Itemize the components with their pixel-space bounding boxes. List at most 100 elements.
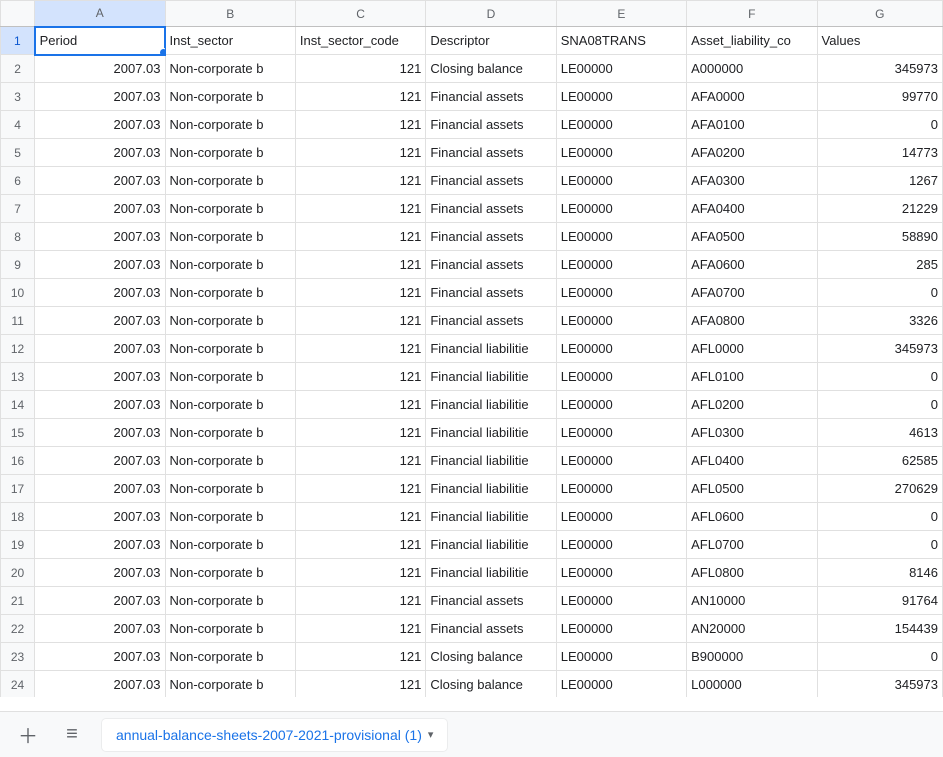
- row-header-7[interactable]: 7: [1, 195, 35, 223]
- cell-B15[interactable]: Non-corporate b: [165, 419, 295, 447]
- cell-D13[interactable]: Financial liabilitie: [426, 363, 556, 391]
- cell-D24[interactable]: Closing balance: [426, 671, 556, 698]
- cell-B24[interactable]: Non-corporate b: [165, 671, 295, 698]
- cell-E5[interactable]: LE00000: [556, 139, 686, 167]
- cell-B10[interactable]: Non-corporate b: [165, 279, 295, 307]
- row-header-9[interactable]: 9: [1, 251, 35, 279]
- cell-E2[interactable]: LE00000: [556, 55, 686, 83]
- cell-G18[interactable]: 0: [817, 503, 942, 531]
- cell-B9[interactable]: Non-corporate b: [165, 251, 295, 279]
- cell-A2[interactable]: 2007.03: [35, 55, 165, 83]
- row-header-18[interactable]: 18: [1, 503, 35, 531]
- row-header-23[interactable]: 23: [1, 643, 35, 671]
- cell-B8[interactable]: Non-corporate b: [165, 223, 295, 251]
- cell-D10[interactable]: Financial assets: [426, 279, 556, 307]
- cell-A10[interactable]: 2007.03: [35, 279, 165, 307]
- cell-B19[interactable]: Non-corporate b: [165, 531, 295, 559]
- cell-A19[interactable]: 2007.03: [35, 531, 165, 559]
- cell-G11[interactable]: 3326: [817, 307, 942, 335]
- row-header-1[interactable]: 1: [1, 27, 35, 55]
- cell-A4[interactable]: 2007.03: [35, 111, 165, 139]
- cell-D1[interactable]: Descriptor: [426, 27, 556, 55]
- cell-G1[interactable]: Values: [817, 27, 942, 55]
- row-header-5[interactable]: 5: [1, 139, 35, 167]
- cell-E6[interactable]: LE00000: [556, 167, 686, 195]
- cell-D22[interactable]: Financial assets: [426, 615, 556, 643]
- cell-E11[interactable]: LE00000: [556, 307, 686, 335]
- column-header-B[interactable]: B: [165, 1, 295, 27]
- cell-B3[interactable]: Non-corporate b: [165, 83, 295, 111]
- row-header-4[interactable]: 4: [1, 111, 35, 139]
- spreadsheet-grid[interactable]: ABCDEFG1PeriodInst_sectorInst_sector_cod…: [0, 0, 943, 697]
- cell-G5[interactable]: 14773: [817, 139, 942, 167]
- cell-A16[interactable]: 2007.03: [35, 447, 165, 475]
- cell-C8[interactable]: 121: [295, 223, 425, 251]
- cell-G8[interactable]: 58890: [817, 223, 942, 251]
- row-header-19[interactable]: 19: [1, 531, 35, 559]
- cell-D2[interactable]: Closing balance: [426, 55, 556, 83]
- cell-F7[interactable]: AFA0400: [687, 195, 817, 223]
- cell-C23[interactable]: 121: [295, 643, 425, 671]
- cell-D15[interactable]: Financial liabilitie: [426, 419, 556, 447]
- cell-B18[interactable]: Non-corporate b: [165, 503, 295, 531]
- column-header-C[interactable]: C: [295, 1, 425, 27]
- cell-B1[interactable]: Inst_sector: [165, 27, 295, 55]
- add-sheet-button[interactable]: ＋: [14, 721, 42, 749]
- cell-F20[interactable]: AFL0800: [687, 559, 817, 587]
- cell-G12[interactable]: 345973: [817, 335, 942, 363]
- cell-F6[interactable]: AFA0300: [687, 167, 817, 195]
- cell-G10[interactable]: 0: [817, 279, 942, 307]
- cell-C16[interactable]: 121: [295, 447, 425, 475]
- cell-G21[interactable]: 91764: [817, 587, 942, 615]
- cell-C17[interactable]: 121: [295, 475, 425, 503]
- cell-E7[interactable]: LE00000: [556, 195, 686, 223]
- cell-E23[interactable]: LE00000: [556, 643, 686, 671]
- cell-C21[interactable]: 121: [295, 587, 425, 615]
- cell-C15[interactable]: 121: [295, 419, 425, 447]
- cell-A8[interactable]: 2007.03: [35, 223, 165, 251]
- row-header-11[interactable]: 11: [1, 307, 35, 335]
- cell-B5[interactable]: Non-corporate b: [165, 139, 295, 167]
- row-header-15[interactable]: 15: [1, 419, 35, 447]
- cell-E8[interactable]: LE00000: [556, 223, 686, 251]
- cell-F14[interactable]: AFL0200: [687, 391, 817, 419]
- cell-G2[interactable]: 345973: [817, 55, 942, 83]
- cell-A13[interactable]: 2007.03: [35, 363, 165, 391]
- cell-F4[interactable]: AFA0100: [687, 111, 817, 139]
- cell-E20[interactable]: LE00000: [556, 559, 686, 587]
- cell-C10[interactable]: 121: [295, 279, 425, 307]
- cell-D4[interactable]: Financial assets: [426, 111, 556, 139]
- cell-C20[interactable]: 121: [295, 559, 425, 587]
- cell-A18[interactable]: 2007.03: [35, 503, 165, 531]
- cell-D17[interactable]: Financial liabilitie: [426, 475, 556, 503]
- sheet-tab-active[interactable]: annual-balance-sheets-2007-2021-provisio…: [102, 719, 447, 751]
- row-header-6[interactable]: 6: [1, 167, 35, 195]
- cell-E13[interactable]: LE00000: [556, 363, 686, 391]
- cell-C5[interactable]: 121: [295, 139, 425, 167]
- cell-C14[interactable]: 121: [295, 391, 425, 419]
- cell-B11[interactable]: Non-corporate b: [165, 307, 295, 335]
- cell-D14[interactable]: Financial liabilitie: [426, 391, 556, 419]
- row-header-14[interactable]: 14: [1, 391, 35, 419]
- row-header-12[interactable]: 12: [1, 335, 35, 363]
- cell-B12[interactable]: Non-corporate b: [165, 335, 295, 363]
- column-header-A[interactable]: A: [35, 1, 165, 27]
- cell-F9[interactable]: AFA0600: [687, 251, 817, 279]
- cell-C4[interactable]: 121: [295, 111, 425, 139]
- cell-B4[interactable]: Non-corporate b: [165, 111, 295, 139]
- cell-A11[interactable]: 2007.03: [35, 307, 165, 335]
- cell-B14[interactable]: Non-corporate b: [165, 391, 295, 419]
- cell-C3[interactable]: 121: [295, 83, 425, 111]
- cell-E17[interactable]: LE00000: [556, 475, 686, 503]
- cell-C18[interactable]: 121: [295, 503, 425, 531]
- cell-F21[interactable]: AN10000: [687, 587, 817, 615]
- cell-D20[interactable]: Financial liabilitie: [426, 559, 556, 587]
- cell-C2[interactable]: 121: [295, 55, 425, 83]
- column-header-F[interactable]: F: [687, 1, 817, 27]
- cell-B13[interactable]: Non-corporate b: [165, 363, 295, 391]
- cell-E3[interactable]: LE00000: [556, 83, 686, 111]
- cell-C9[interactable]: 121: [295, 251, 425, 279]
- cell-E19[interactable]: LE00000: [556, 531, 686, 559]
- cell-E22[interactable]: LE00000: [556, 615, 686, 643]
- cell-D18[interactable]: Financial liabilitie: [426, 503, 556, 531]
